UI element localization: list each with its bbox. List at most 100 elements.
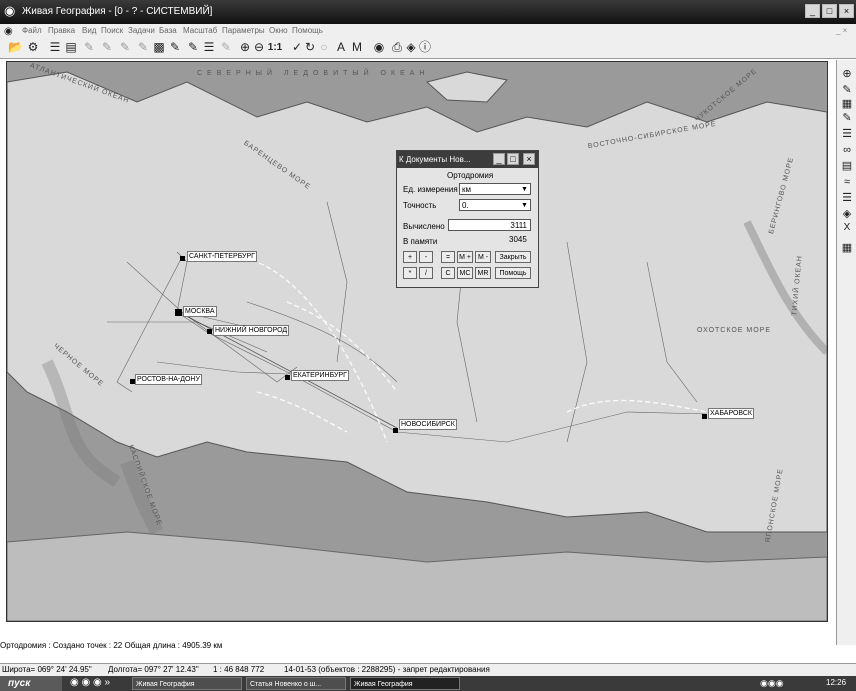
stop-icon[interactable]: ○ bbox=[317, 40, 331, 55]
pencil-icon[interactable]: ✎ bbox=[840, 84, 854, 96]
city-marker[interactable] bbox=[702, 414, 707, 419]
precision-label: Точность bbox=[403, 201, 437, 210]
menu-search[interactable]: Поиск bbox=[101, 26, 123, 35]
coordinates-icon[interactable]: X bbox=[840, 222, 854, 234]
multiply-button[interactable]: * bbox=[403, 267, 417, 279]
chain-icon[interactable]: ∞ bbox=[840, 144, 854, 156]
city-marker[interactable] bbox=[175, 309, 182, 316]
city-marker[interactable] bbox=[393, 428, 398, 433]
measure-icon[interactable]: ✎ bbox=[186, 40, 200, 55]
dialog-group-title: Ортодромия bbox=[447, 171, 494, 180]
maximize-button[interactable]: □ bbox=[822, 4, 837, 18]
minimize-button[interactable]: _ bbox=[805, 4, 820, 18]
menu-edit[interactable]: Правка bbox=[48, 26, 75, 35]
dialog-maximize-button[interactable]: □ bbox=[507, 153, 519, 165]
taskbar: пуск ◉ ◉ ◉ » Живая География Статья Нове… bbox=[0, 676, 856, 691]
city-label-novosibirsk[interactable]: НОВОСИБИРСК bbox=[399, 419, 457, 430]
equals-button[interactable]: = bbox=[441, 251, 455, 263]
city-label-moscow[interactable]: МОСКВА bbox=[183, 306, 217, 317]
city-label-saint-petersburg[interactable]: САНКТ-ПЕТЕРБУРГ bbox=[187, 251, 257, 262]
precision-select[interactable]: 0. ▼ bbox=[459, 199, 531, 211]
close-button[interactable]: × bbox=[839, 4, 854, 18]
menu-help[interactable]: Помощь bbox=[292, 26, 323, 35]
memory-value: 3045 bbox=[509, 235, 527, 244]
zoom-tool-icon[interactable]: ⊕ bbox=[840, 68, 854, 80]
close-dialog-button[interactable]: Закрыть bbox=[495, 251, 531, 263]
menu-tasks[interactable]: Задачи bbox=[128, 26, 155, 35]
select-region-icon[interactable]: ▩ bbox=[152, 40, 166, 55]
divide-button[interactable]: / bbox=[419, 267, 433, 279]
help-button[interactable]: Помощь bbox=[495, 267, 531, 279]
draw-area-icon[interactable]: ✎ bbox=[118, 40, 132, 55]
database-icon[interactable]: ▤ bbox=[64, 40, 78, 55]
draw-point-icon[interactable]: ✎ bbox=[136, 40, 150, 55]
print-icon[interactable]: ⎙ bbox=[390, 40, 404, 55]
menu-file[interactable]: Файл bbox=[22, 26, 42, 35]
status-bar: Широта= 069° 24' 24.95" Долгота= 097° 27… bbox=[0, 663, 856, 676]
taskbar-item-3[interactable]: Живая География bbox=[350, 677, 460, 690]
city-label-nizhny-novgorod[interactable]: НИЖНИЙ НОВГОРОД bbox=[213, 325, 290, 336]
taskbar-item-1[interactable]: Живая География bbox=[132, 677, 242, 690]
settings-icon[interactable]: ⚙ bbox=[26, 40, 40, 55]
clear-button[interactable]: C bbox=[441, 267, 455, 279]
chart-icon[interactable]: ▤ bbox=[840, 160, 854, 172]
menu-view[interactable]: Вид bbox=[82, 26, 96, 35]
taskbar-item-2[interactable]: Статья Новенко о ш... bbox=[246, 677, 346, 690]
draw-polyline-icon[interactable]: ✎ bbox=[100, 40, 114, 55]
info-icon[interactable]: ⓘ bbox=[418, 40, 432, 55]
draw-icon[interactable]: ✎ bbox=[840, 112, 854, 124]
globe-tool-icon[interactable]: ◈ bbox=[404, 40, 418, 55]
menu-parameters[interactable]: Параметры bbox=[222, 26, 265, 35]
city-label-yekaterinburg[interactable]: ЕКАТЕРИНБУРГ bbox=[291, 370, 349, 381]
map-tool-icon[interactable]: ◉ bbox=[372, 40, 386, 55]
zoom-actual-button[interactable]: 1:1 bbox=[266, 40, 284, 55]
menu-scale[interactable]: Масштаб bbox=[183, 26, 217, 35]
zoom-out-icon[interactable]: ⊖ bbox=[252, 40, 266, 55]
edit-object-icon[interactable]: ✎ bbox=[168, 40, 182, 55]
list-icon[interactable]: ☰ bbox=[202, 40, 216, 55]
menu-window[interactable]: Окно bbox=[269, 26, 288, 35]
map-canvas[interactable]: АТЛАНТИЧЕСКИЙ ОКЕАН ВОСТОЧНО-СИБИРСКОЕ М… bbox=[6, 61, 828, 622]
city-label-khabarovsk[interactable]: ХАБАРОВСК bbox=[708, 408, 754, 419]
scale-readout: 1 : 46 848 772 bbox=[213, 665, 265, 674]
city-marker[interactable] bbox=[207, 329, 212, 334]
dialog-titlebar[interactable]: К Документы Нов... _ □ × bbox=[397, 151, 538, 168]
memory-plus-button[interactable]: M + bbox=[457, 251, 473, 263]
layers-tool-icon[interactable]: ☰ bbox=[840, 128, 854, 140]
zoom-in-icon[interactable]: ⊕ bbox=[238, 40, 252, 55]
memory-clear-button[interactable]: MC bbox=[457, 267, 473, 279]
sea-label-okhotsk: ОХОТСКОЕ МОРЕ bbox=[697, 327, 772, 334]
city-label-rostov[interactable]: РОСТОВ-НА-ДОНУ bbox=[135, 374, 202, 385]
memory-minus-button[interactable]: M - bbox=[475, 251, 491, 263]
tray-icons[interactable]: ◉◉◉ bbox=[760, 678, 784, 689]
grid-icon[interactable]: ▦ bbox=[840, 98, 854, 110]
label-a-icon[interactable]: A bbox=[334, 40, 348, 55]
computed-field[interactable]: 3111 bbox=[448, 219, 531, 231]
document-icon: ◉ bbox=[4, 26, 13, 37]
plus-button[interactable]: + bbox=[403, 251, 417, 263]
stack-icon[interactable]: ☰ bbox=[840, 192, 854, 204]
shape-icon[interactable]: ◈ bbox=[840, 208, 854, 220]
start-button[interactable]: пуск bbox=[0, 676, 62, 691]
layers-icon[interactable]: ☰ bbox=[48, 40, 62, 55]
label-m-icon[interactable]: M bbox=[350, 40, 364, 55]
orthodrome-dialog: К Документы Нов... _ □ × Ортодромия Ед. … bbox=[396, 150, 539, 288]
city-marker[interactable] bbox=[285, 375, 290, 380]
city-marker[interactable] bbox=[180, 256, 185, 261]
menu-base[interactable]: База bbox=[159, 26, 177, 35]
memory-label: В памяти bbox=[403, 237, 438, 246]
minus-button[interactable]: - bbox=[419, 251, 433, 263]
memory-recall-button[interactable]: MR bbox=[475, 267, 491, 279]
draw-line-icon[interactable]: ✎ bbox=[82, 40, 96, 55]
dialog-close-button[interactable]: × bbox=[523, 153, 535, 165]
calculator-icon[interactable]: ▦ bbox=[840, 242, 854, 254]
unit-select[interactable]: км ▼ bbox=[459, 183, 531, 195]
check-icon[interactable]: ✓ bbox=[290, 40, 304, 55]
mdi-controls[interactable]: _ × bbox=[836, 26, 847, 35]
wave-icon[interactable]: ≈ bbox=[840, 176, 854, 188]
quicklaunch-icons[interactable]: ◉ ◉ ◉ » bbox=[70, 677, 110, 688]
refresh-icon[interactable]: ↻ bbox=[303, 40, 317, 55]
dialog-minimize-button[interactable]: _ bbox=[493, 153, 505, 165]
open-icon[interactable]: 📂 bbox=[8, 40, 23, 55]
longitude-readout: Долгота= 097° 27' 12.43" bbox=[108, 665, 199, 674]
